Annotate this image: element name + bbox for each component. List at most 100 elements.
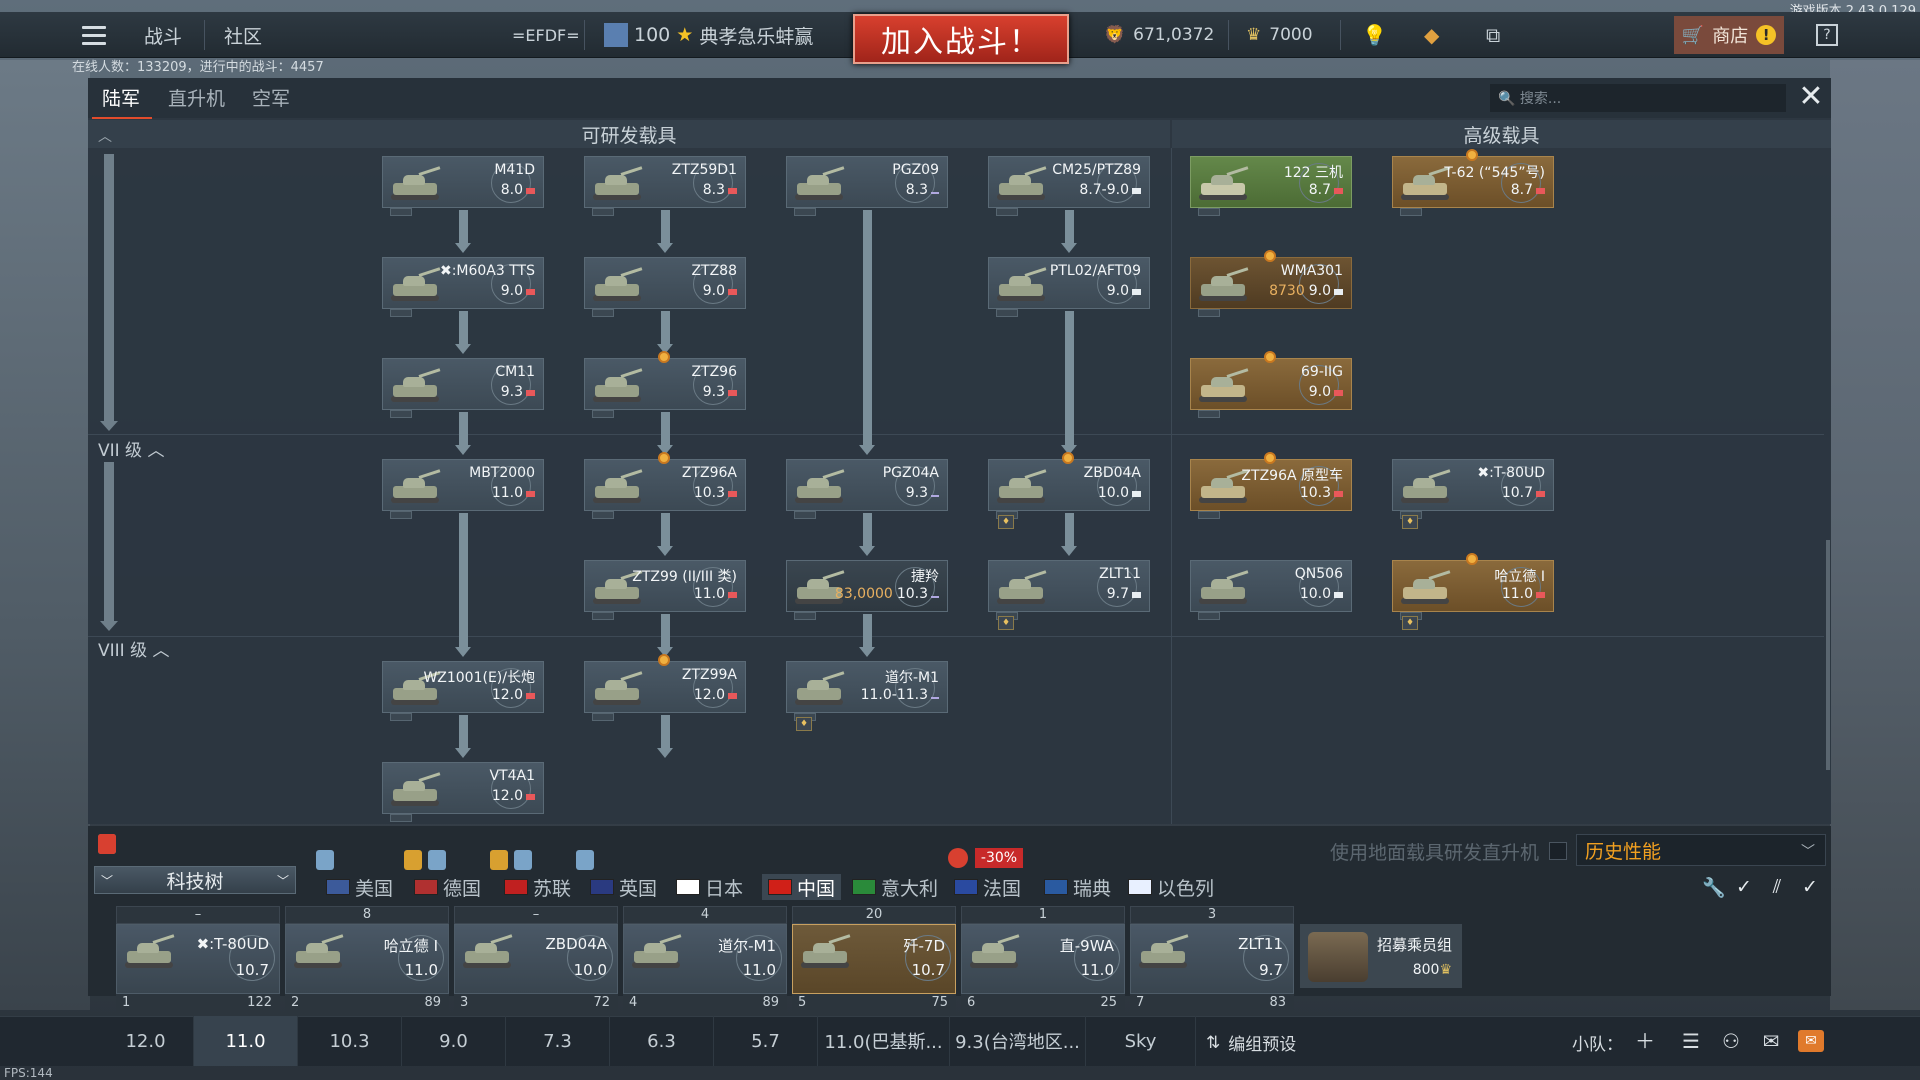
nation-tab-8[interactable]: 瑞典	[1044, 874, 1111, 900]
vehicle-br-value: 11.0	[1501, 586, 1533, 602]
vehicle-card[interactable]: ZTZ59D1 8.3	[584, 156, 746, 208]
vehicle-card[interactable]: 122 三机 8.7	[1190, 156, 1352, 208]
vehicle-card[interactable]: PGZ09 8.3	[786, 156, 948, 208]
vehicle-card[interactable]: ZTZ96 9.3	[584, 358, 746, 410]
vehicle-card[interactable]: CM25/PTZ89 8.7-9.0	[988, 156, 1150, 208]
contacts-icon[interactable]: ⚇	[1718, 1030, 1744, 1052]
vehicle-card[interactable]: ✖:T-80UD 10.7	[1392, 459, 1554, 511]
search-input[interactable]: 🔍 搜索...	[1490, 84, 1786, 112]
vehicle-card[interactable]: 捷羚 83,0000 10.3	[786, 560, 948, 612]
crew-slot[interactable]: 20 歼-7D 10.7 5 75	[792, 906, 956, 1012]
confirm-icon[interactable]: ✓	[1798, 876, 1822, 898]
tech-tree-button[interactable]: ﹀ 科技树 ﹀	[94, 866, 296, 894]
arrow-icon	[859, 445, 875, 455]
player-profile[interactable]: 100 ★ 典孝急乐蚌赢	[604, 12, 813, 58]
vehicle-card[interactable]: ZTZ99 (II/III 类) 11.0	[584, 560, 746, 612]
help-icon[interactable]: ?	[1816, 24, 1838, 46]
collapse-icon[interactable]: ︿	[98, 126, 112, 146]
slot-vehicle-br: 11.0	[404, 961, 438, 979]
vehicle-card[interactable]: ✖:M60A3 TTS 9.0	[382, 257, 544, 309]
golden-eagles[interactable]: ♛ 7000	[1246, 12, 1313, 58]
br-tab-2[interactable]: 10.3	[298, 1016, 402, 1066]
vehicle-card[interactable]: 69-IIG 9.0	[1190, 358, 1352, 410]
tab-aircraft[interactable]: 空军	[252, 84, 290, 111]
vehicle-card[interactable]: ZLT11 9.7	[988, 560, 1150, 612]
br-tab-3[interactable]: 9.0	[402, 1016, 506, 1066]
br-tab-7[interactable]: 11.0(巴基斯...	[818, 1016, 950, 1066]
br-tab-1[interactable]: 11.0	[194, 1016, 298, 1066]
nation-tab-4[interactable]: 日本	[676, 874, 743, 900]
vehicle-card[interactable]: 道尔-M1 11.0-11.3	[786, 661, 948, 713]
crew-slot[interactable]: 3 ZLT11 9.7 7 83	[1130, 906, 1294, 1012]
wrench-icon[interactable]: 🔧	[1702, 876, 1726, 899]
vehicle-card[interactable]: ZTZ99A 12.0	[584, 661, 746, 713]
vehicle-br-value: 10.3	[693, 485, 725, 501]
crew-slot[interactable]: – ✖:T-80UD 10.7 1 122	[116, 906, 280, 1012]
vehicle-card[interactable]: ZTZ96A 原型车 10.3	[1190, 459, 1352, 511]
vehicle-card[interactable]: ZTZ88 9.0	[584, 257, 746, 309]
heli-research-checkbox[interactable]	[1549, 842, 1567, 860]
join-battle-button[interactable]: 加入战斗！	[853, 14, 1069, 64]
menu-icon[interactable]	[80, 12, 108, 58]
rank-icon[interactable]: ◆	[1424, 12, 1439, 58]
discount-badge-icon[interactable]	[98, 834, 116, 854]
br-tab-6[interactable]: 5.7	[714, 1016, 818, 1066]
vehicle-name: PGZ09	[892, 162, 939, 178]
performance-dropdown[interactable]: 历史性能 ﹀	[1576, 834, 1826, 866]
rank-vii-label[interactable]: VII 级 ︿	[98, 436, 164, 461]
presets-button[interactable]: ⇅ 编组预设	[1206, 1030, 1296, 1056]
br-tab-9[interactable]: Sky	[1086, 1016, 1196, 1066]
crew-slot[interactable]: 8 哈立德 I 11.0 2 89	[285, 906, 449, 1012]
mail-icon[interactable]: ✉	[1798, 1030, 1824, 1052]
crew-slot[interactable]: – ZBD04A 10.0 3 72	[454, 906, 618, 1012]
nation-tab-7[interactable]: 法国	[954, 874, 1021, 900]
nation-tab-9[interactable]: 以色列	[1128, 874, 1214, 900]
vehicle-cost: 8730	[1269, 283, 1305, 299]
br-tab-0[interactable]: 12.0	[98, 1016, 194, 1066]
br-tab-8[interactable]: 9.3(台湾地区...	[950, 1016, 1086, 1066]
vehicle-card[interactable]: PGZ04A 9.3	[786, 459, 948, 511]
check-icon[interactable]: ✓	[1732, 876, 1756, 898]
nation-tab-0[interactable]: 美国	[326, 874, 393, 900]
coupon-icon[interactable]: ⧉	[1486, 12, 1500, 58]
nation-tab-2[interactable]: 苏联	[504, 874, 571, 900]
vehicle-card[interactable]: MBT2000 11.0	[382, 459, 544, 511]
crew-slot[interactable]: 1 直-9WA 11.0 6 25	[961, 906, 1125, 1012]
rank-viii-label[interactable]: VIII 级 ︿	[98, 636, 169, 661]
vehicle-card[interactable]: WMA301 8730 9.0	[1190, 257, 1352, 309]
battle-menu[interactable]: 战斗	[144, 12, 182, 58]
vehicle-icon	[630, 933, 682, 971]
vehicle-card[interactable]: ZBD04A 10.0	[988, 459, 1150, 511]
multi-check-icon[interactable]: ⫽	[1765, 876, 1789, 898]
vehicle-card[interactable]: T-62 (“545”号) 8.7	[1392, 156, 1554, 208]
add-icon[interactable]: ＋	[1632, 1030, 1658, 1052]
crew-slot[interactable]: 4 道尔-M1 11.0 4 89	[623, 906, 787, 1012]
tab-ground[interactable]: 陆军	[102, 84, 140, 111]
vehicle-card[interactable]: M41D 8.0	[382, 156, 544, 208]
vehicle-card[interactable]: 哈立德 I 11.0	[1392, 560, 1554, 612]
br-tab-4[interactable]: 7.3	[506, 1016, 610, 1066]
scrollbar[interactable]	[1826, 540, 1830, 770]
close-icon[interactable]: ✕	[1796, 82, 1826, 114]
vehicle-card[interactable]: ZTZ96A 10.3	[584, 459, 746, 511]
vehicle-card[interactable]: QN506 10.0	[1190, 560, 1352, 612]
nation-tab-1[interactable]: 德国	[414, 874, 481, 900]
community-menu[interactable]: 社区	[224, 12, 262, 58]
hint-bulb-icon[interactable]: 💡	[1362, 12, 1387, 58]
chat-icon[interactable]: ✉	[1758, 1030, 1784, 1052]
br-tab-5[interactable]: 6.3	[610, 1016, 714, 1066]
list-icon[interactable]: ☰	[1678, 1030, 1704, 1052]
tab-helicopters[interactable]: 直升机	[168, 84, 225, 111]
silver-lions: 🦁 671,0372	[1104, 12, 1214, 58]
nation-tab-3[interactable]: 英国	[590, 874, 657, 900]
vehicle-card[interactable]: VT4A1 12.0	[382, 762, 544, 814]
shop-button[interactable]: 🛒 商店!	[1674, 16, 1784, 54]
vehicle-card[interactable]: CM11 9.3	[382, 358, 544, 410]
recruit-crew-slot[interactable]: 招募乘员组 800♛	[1300, 924, 1462, 988]
research-dot	[658, 452, 670, 464]
tank-part	[403, 377, 425, 387]
nation-tab-5[interactable]: 中国	[762, 874, 842, 900]
vehicle-card[interactable]: PTL02/AFT09 9.0	[988, 257, 1150, 309]
nation-tab-6[interactable]: 意大利	[852, 874, 938, 900]
vehicle-card[interactable]: WZ1001(E)/长炮 12.0	[382, 661, 544, 713]
